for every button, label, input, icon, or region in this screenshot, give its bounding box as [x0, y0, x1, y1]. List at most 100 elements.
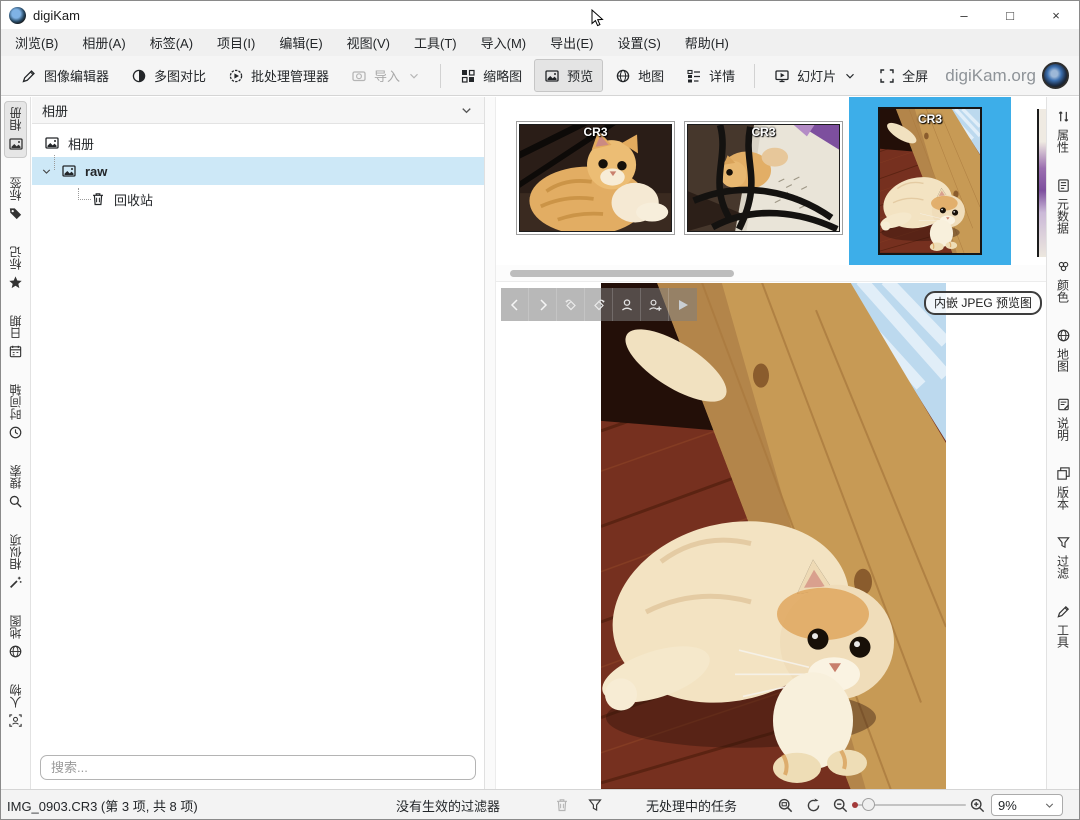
sidebar-tab-filters[interactable]: 过滤	[1052, 529, 1075, 585]
light-table-button[interactable]: 多图对比	[121, 59, 216, 92]
toolbar-separator	[440, 64, 441, 88]
fullscreen-button[interactable]: 全屏	[869, 59, 938, 92]
digikam-org-link[interactable]: digiKam.org	[945, 62, 1069, 89]
menu-album[interactable]: 相册(A)	[70, 28, 137, 57]
menu-help[interactable]: 帮助(H)	[673, 28, 741, 57]
zoom-fit-button[interactable]	[777, 790, 794, 820]
menu-tools[interactable]: 工具(T)	[402, 28, 469, 57]
sidebar-tab-people[interactable]: 人物	[4, 678, 27, 734]
sidebar-tab-properties[interactable]: 属性	[1052, 103, 1075, 159]
preview-photo-cat[interactable]	[601, 283, 946, 789]
main-toolbar: 图像编辑器 多图对比 批处理管理器 导入 缩略图 预览 地图	[1, 56, 1079, 96]
menu-view[interactable]: 视图(V)	[335, 28, 402, 57]
menu-item[interactable]: 项目(I)	[205, 28, 267, 57]
tab-tags-label: 标签	[7, 177, 24, 201]
thumbnail-3-selected[interactable]: CR3	[849, 97, 1011, 265]
wand-icon	[8, 575, 23, 590]
chevron-down-icon	[407, 69, 421, 83]
task-status-text: 无处理中的任务	[646, 790, 737, 820]
preview-view-button[interactable]: 预览	[534, 59, 603, 92]
menu-edit[interactable]: 编辑(E)	[267, 28, 334, 57]
sidebar-tab-tools[interactable]: 工具	[1052, 598, 1075, 654]
maximize-button[interactable]: □	[987, 1, 1033, 29]
next-image-button[interactable]	[529, 288, 557, 321]
table-label: 详情	[709, 66, 735, 85]
zoom-slider-handle[interactable]	[862, 798, 875, 811]
statusbar: IMG_0903.CR3 (第 3 项, 共 8 项) 没有生效的过滤器 无处理…	[1, 789, 1079, 819]
filter-status-text: 没有生效的过滤器	[396, 790, 500, 820]
batch-queue-button[interactable]: 批处理管理器	[218, 59, 339, 92]
map-view-button[interactable]: 地图	[605, 59, 674, 92]
menu-export[interactable]: 导出(E)	[538, 28, 605, 57]
import-button[interactable]: 导入	[341, 59, 431, 92]
minimize-button[interactable]: –	[941, 1, 987, 29]
tab-labels-label: 标记	[7, 246, 24, 270]
note-icon	[1056, 397, 1071, 412]
chevron-down-icon	[459, 103, 474, 118]
sidebar-tab-captions[interactable]: 说明	[1052, 391, 1075, 447]
expander-chevron-icon[interactable]	[40, 165, 53, 178]
thumbnail-2[interactable]: CR3	[684, 121, 843, 235]
sidebar-tab-colors[interactable]: 颜色	[1052, 253, 1075, 309]
albums-panel-header[interactable]: 相册	[32, 97, 484, 124]
sidebar-tab-map[interactable]: 地图	[4, 609, 27, 665]
chevron-right-icon	[535, 297, 551, 313]
sidebar-tab-versions[interactable]: 版本	[1052, 460, 1075, 516]
person-add-icon	[647, 297, 663, 313]
scrollbar-thumb[interactable]	[510, 270, 734, 277]
sidebar-tab-timeline[interactable]: 时间轴	[4, 378, 27, 446]
previous-image-button[interactable]	[501, 288, 529, 321]
tree-label-raw: raw	[85, 164, 107, 179]
filters-funnel-icon[interactable]	[587, 790, 603, 820]
tab-albums-label: 相册	[7, 107, 24, 131]
tree-branch-line	[78, 188, 91, 200]
thumbnail-1[interactable]: CR3	[516, 121, 675, 235]
show-face-tags-button[interactable]	[613, 288, 641, 321]
play-slideshow-button[interactable]	[669, 288, 697, 321]
sidebar-tab-map-right[interactable]: 地图	[1052, 322, 1075, 378]
album-search-input[interactable]	[40, 755, 476, 780]
sidebar-tab-similarity[interactable]: 相似项	[4, 528, 27, 596]
zoom-in-button[interactable]	[969, 790, 986, 820]
albums-icon	[8, 136, 24, 152]
menu-tag[interactable]: 标签(A)	[138, 28, 205, 57]
rotate-left-button[interactable]	[557, 288, 585, 321]
slideshow-screen-icon	[774, 68, 790, 84]
sidebar-tab-search[interactable]: 搜索	[4, 459, 27, 515]
slideshow-button[interactable]: 幻灯片	[764, 59, 867, 92]
zoom-slider[interactable]	[854, 804, 966, 806]
thumbnail-4-partial[interactable]	[1037, 109, 1046, 257]
menu-settings[interactable]: 设置(S)	[605, 28, 672, 57]
tree-item-albums-root[interactable]: 相册	[32, 129, 484, 157]
zoom-refresh-button[interactable]	[805, 790, 822, 820]
image-editor-button[interactable]: 图像编辑器	[11, 59, 119, 92]
zoom-percent-combobox[interactable]: 9%	[991, 794, 1063, 816]
tab-search-label: 搜索	[7, 465, 24, 489]
tab-tools-label: 工具	[1055, 624, 1072, 648]
sidebar-tab-metadata[interactable]: 元数据	[1052, 172, 1075, 240]
thumbnails-view-button[interactable]: 缩略图	[450, 59, 532, 92]
properties-sliders-icon	[1056, 109, 1071, 124]
light-table-label: 多图对比	[154, 66, 206, 85]
sidebar-tab-dates[interactable]: 日期	[4, 309, 27, 365]
preview-pane[interactable]: 内嵌 JPEG 预览图	[496, 283, 1046, 789]
add-face-tag-button[interactable]	[641, 288, 669, 321]
close-button[interactable]: ×	[1033, 1, 1079, 29]
menu-browse[interactable]: 浏览(B)	[3, 28, 70, 57]
digikam-org-label: digiKam.org	[945, 66, 1036, 86]
left-sidebar-tabbar: 相册 标签 标记 日期 时间轴 搜索	[1, 97, 31, 789]
trash-icon[interactable]	[554, 790, 570, 820]
rotate-right-button[interactable]	[585, 288, 613, 321]
panel-splitter[interactable]	[485, 97, 496, 789]
table-view-button[interactable]: 详情	[676, 59, 745, 92]
menu-import[interactable]: 导入(M)	[469, 28, 539, 57]
sidebar-tab-albums[interactable]: 相册	[4, 101, 27, 158]
thumbnail-scrollbar[interactable]	[496, 265, 1046, 282]
tree-item-trash[interactable]: 回收站	[32, 185, 484, 213]
clock-icon	[8, 425, 23, 440]
funnel-icon	[1056, 535, 1071, 550]
sidebar-tab-tags[interactable]: 标签	[4, 171, 27, 227]
tree-item-raw[interactable]: raw	[32, 157, 484, 185]
sidebar-tab-labels[interactable]: 标记	[4, 240, 27, 296]
zoom-out-button[interactable]	[832, 790, 849, 820]
